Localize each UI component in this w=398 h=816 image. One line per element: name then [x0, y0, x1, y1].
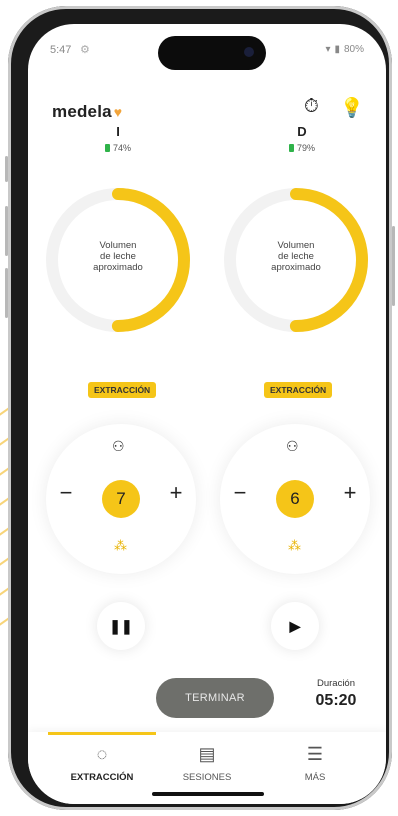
volume-label-line: de leche	[278, 251, 314, 262]
menu-icon: ☰	[306, 744, 324, 764]
tab-extraccion[interactable]: ◌ EXTRACCIÓN	[47, 744, 157, 783]
tab-label: SESIONES	[182, 772, 232, 783]
side-label: D	[297, 124, 307, 139]
expression-mode-icon[interactable]: ⚇	[286, 438, 299, 455]
phone-frame: 5:47 ⚙ ▾ ▮ 80% medela ♥ ⏱ 💡 I 74% Volume…	[5, 6, 395, 810]
expression-mode-icon[interactable]: ⚇	[112, 438, 125, 455]
let-down-mode-icon[interactable]: ⁂	[288, 538, 301, 554]
tab-mas[interactable]: ☰ MÁS	[260, 744, 370, 783]
battery-text: 79%	[296, 143, 315, 153]
volume-label-line: Volumen	[277, 240, 315, 251]
right-battery: 79%	[222, 143, 382, 153]
dynamic-island	[158, 36, 266, 70]
terminate-button[interactable]: TERMINAR	[156, 678, 274, 718]
settings-status-icon: ⚙	[80, 44, 90, 56]
right-decrease-button[interactable]: −	[228, 480, 252, 506]
left-battery: 74%	[38, 143, 198, 153]
tab-label: MÁS	[304, 772, 326, 783]
left-phase-badge: EXTRACCIÓN	[88, 382, 157, 398]
status-bar: 5:47 ⚙ ▾ ▮ 80%	[28, 24, 386, 70]
pump-icon: ◌	[96, 744, 108, 764]
left-level-value: 7	[102, 480, 140, 518]
battery-icon: ▮	[334, 44, 340, 55]
duration-label: Duración	[316, 678, 356, 689]
right-level-value: 6	[276, 480, 314, 518]
volume-label-line: aproximado	[93, 262, 143, 273]
home-indicator	[152, 792, 264, 796]
right-control-dial: ⚇ − 6 + ⁂	[220, 424, 370, 574]
volume-label-line: aproximado	[271, 262, 321, 273]
right-increase-button[interactable]: +	[338, 480, 362, 506]
right-phase-badge: EXTRACCIÓN	[264, 382, 333, 398]
play-icon: ▶	[289, 618, 301, 634]
side-label: I	[116, 124, 120, 139]
power-button	[392, 226, 395, 306]
left-increase-button[interactable]: +	[164, 480, 188, 506]
tab-sesiones[interactable]: ▤ SESIONES	[152, 744, 262, 783]
left-decrease-button[interactable]: −	[54, 480, 78, 506]
status-time: 5:47	[50, 44, 72, 56]
right-play-button[interactable]: ▶	[271, 602, 319, 650]
volume-label: Volumen de leche aproximado	[40, 240, 196, 273]
wifi-icon: ▾	[325, 44, 331, 55]
list-icon: ▤	[198, 744, 216, 764]
logo-text: medela	[52, 102, 112, 121]
pause-icon: ❚❚	[109, 618, 133, 634]
right-volume-ring: Volumen de leche aproximado	[218, 182, 374, 338]
camera-icon	[244, 47, 254, 57]
volume-up-button	[5, 206, 8, 256]
volume-label-line: de leche	[100, 251, 136, 262]
right-breast-header: D 79%	[222, 124, 382, 153]
volume-down-button	[5, 268, 8, 318]
left-pause-button[interactable]: ❚❚	[97, 602, 145, 650]
volume-label-line: Volumen	[99, 240, 137, 251]
light-bulb-icon[interactable]: 💡	[340, 96, 364, 120]
left-control-dial: ⚇ − 7 + ⁂	[46, 424, 196, 574]
left-volume-ring: Volumen de leche aproximado	[40, 182, 196, 338]
silent-switch	[5, 156, 8, 182]
active-tab-indicator	[48, 732, 156, 735]
logo-heart-icon: ♥	[113, 104, 123, 120]
tab-label: EXTRACCIÓN	[70, 772, 134, 783]
volume-label: Volumen de leche aproximado	[218, 240, 374, 273]
battery-text: 74%	[112, 143, 131, 153]
status-battery: 80%	[343, 44, 364, 55]
system-icons: ▾ ▮ 80%	[325, 44, 364, 55]
medela-logo: medela ♥	[52, 102, 122, 122]
battery-level-icon	[104, 144, 110, 152]
battery-level-icon	[288, 144, 294, 152]
duration-value: 05:20	[315, 692, 357, 709]
let-down-mode-icon[interactable]: ⁂	[114, 538, 127, 554]
timer-icon[interactable]: ⏱	[304, 96, 319, 118]
left-breast-header: I 74%	[38, 124, 198, 153]
app-screen: 5:47 ⚙ ▾ ▮ 80% medela ♥ ⏱ 💡 I 74% Volume…	[28, 24, 386, 804]
